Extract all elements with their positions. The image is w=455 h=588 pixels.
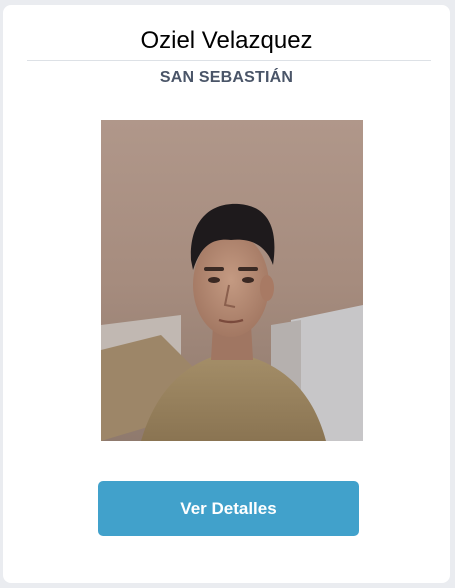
person-name: Oziel Velazquez (140, 27, 313, 54)
divider (27, 60, 431, 61)
view-details-button[interactable]: Ver Detalles (98, 481, 359, 536)
person-card: Oziel Velazquez SAN SEBASTIÁN Ver Detall… (3, 5, 450, 583)
person-photo (101, 120, 363, 441)
person-location: SAN SEBASTIÁN (159, 69, 294, 86)
